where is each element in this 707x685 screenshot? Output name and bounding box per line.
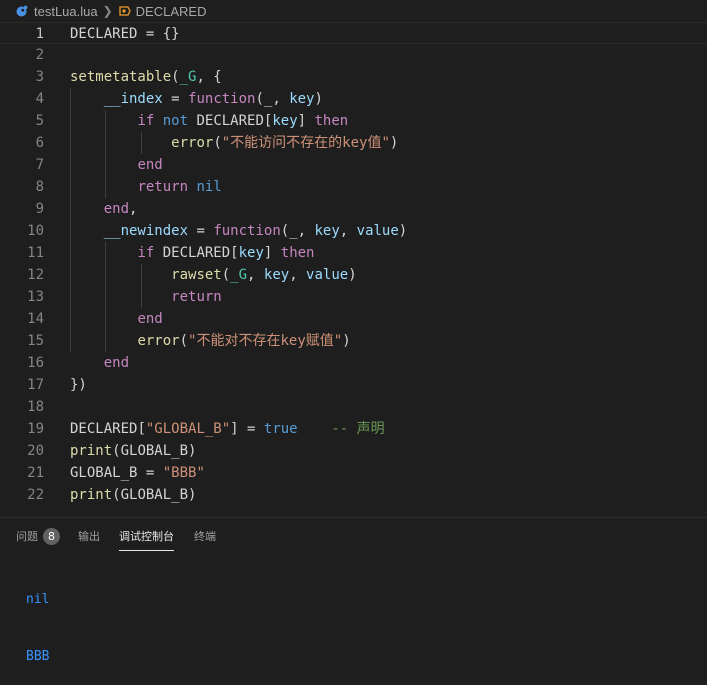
symbol-variable-icon bbox=[118, 5, 132, 17]
code-line[interactable]: 9 end, bbox=[0, 198, 707, 220]
code-text[interactable]: error("不能对不存在key赋值") bbox=[70, 330, 350, 352]
breadcrumb-symbol[interactable]: DECLARED bbox=[136, 4, 207, 19]
lua-file-icon bbox=[16, 5, 28, 17]
code-line[interactable]: 15 error("不能对不存在key赋值") bbox=[0, 330, 707, 352]
tab-label: 问题 bbox=[16, 530, 38, 543]
line-number: 21 bbox=[27, 465, 44, 481]
tab-label: 输出 bbox=[78, 530, 100, 543]
tab-output[interactable]: 输出 bbox=[78, 521, 100, 551]
code-line[interactable]: 12 rawset(_G, key, value) bbox=[0, 264, 707, 286]
code-line[interactable]: 1 DECLARED = {} bbox=[0, 22, 707, 44]
code-line[interactable]: 19 DECLARED["GLOBAL_B"] = true -- 声明 bbox=[0, 418, 707, 440]
code-line[interactable]: 18 bbox=[0, 396, 707, 418]
code-line[interactable]: 16 end bbox=[0, 352, 707, 374]
line-number: 11 bbox=[27, 245, 44, 261]
debug-console-output[interactable]: nil BBB bbox=[26, 552, 49, 685]
code-text[interactable]: return bbox=[70, 286, 222, 308]
line-number: 4 bbox=[35, 91, 44, 107]
code-line[interactable]: 22 print(GLOBAL_B) bbox=[0, 484, 707, 506]
code-text[interactable]: end bbox=[70, 352, 129, 374]
tab-debug-console[interactable]: 调试控制台 bbox=[119, 521, 174, 551]
line-number: 3 bbox=[35, 69, 44, 85]
console-line: BBB bbox=[26, 649, 50, 664]
breadcrumb: testLua.lua ❯ DECLARED bbox=[0, 0, 707, 22]
breadcrumb-file[interactable]: testLua.lua bbox=[34, 4, 98, 19]
code-line[interactable]: 21 GLOBAL_B = "BBB" bbox=[0, 462, 707, 484]
panel-divider bbox=[0, 517, 707, 518]
line-number: 5 bbox=[35, 113, 44, 129]
line-number: 18 bbox=[27, 399, 44, 415]
code-text[interactable]: if not DECLARED[key] then bbox=[70, 110, 348, 132]
code-line[interactable]: 7 end bbox=[0, 154, 707, 176]
code-line[interactable]: 14 end bbox=[0, 308, 707, 330]
code-line[interactable]: 11 if DECLARED[key] then bbox=[0, 242, 707, 264]
line-number: 17 bbox=[27, 377, 44, 393]
code-text[interactable]: end, bbox=[70, 198, 138, 220]
line-number: 14 bbox=[27, 311, 44, 327]
code-line[interactable]: 5 if not DECLARED[key] then bbox=[0, 110, 707, 132]
tab-label: 终端 bbox=[194, 530, 216, 543]
line-number: 1 bbox=[35, 26, 44, 42]
line-number: 22 bbox=[27, 487, 44, 503]
code-line[interactable]: 17}) bbox=[0, 374, 707, 396]
line-number: 9 bbox=[35, 201, 44, 217]
code-text[interactable]: end bbox=[70, 308, 162, 330]
tab-terminal[interactable]: 终端 bbox=[194, 521, 216, 551]
code-text[interactable]: end bbox=[70, 154, 162, 176]
code-line[interactable]: 3 setmetatable(_G, { bbox=[0, 66, 707, 88]
code-text[interactable]: print(GLOBAL_B) bbox=[70, 440, 196, 462]
code-text[interactable]: if DECLARED[key] then bbox=[70, 242, 314, 264]
line-number: 13 bbox=[27, 289, 44, 305]
code-text[interactable]: print(GLOBAL_B) bbox=[70, 484, 196, 506]
code-text[interactable]: DECLARED = {} bbox=[70, 23, 180, 45]
line-number: 15 bbox=[27, 333, 44, 349]
line-number: 2 bbox=[35, 47, 44, 63]
code-text[interactable]: return nil bbox=[70, 176, 221, 198]
code-editor[interactable]: 1 DECLARED = {} 2 3 setmetatable(_G, {4 __in… bbox=[0, 22, 707, 517]
line-number: 10 bbox=[27, 223, 44, 239]
problems-count-badge: 8 bbox=[43, 527, 60, 545]
code-text[interactable]: rawset(_G, key, value) bbox=[70, 264, 356, 286]
line-number: 6 bbox=[35, 135, 44, 151]
console-line: nil bbox=[26, 592, 50, 607]
code-line[interactable]: 8 return nil bbox=[0, 176, 707, 198]
code-line[interactable]: 10 __newindex = function(_, key, value) bbox=[0, 220, 707, 242]
code-line[interactable]: 6 error("不能访问不存在的key值") bbox=[0, 132, 707, 154]
code-line[interactable]: 2 bbox=[0, 44, 707, 66]
line-number: 8 bbox=[35, 179, 44, 195]
code-text[interactable]: GLOBAL_B = "BBB" bbox=[70, 462, 205, 484]
code-text[interactable]: DECLARED["GLOBAL_B"] = true -- 声明 bbox=[70, 418, 385, 440]
code-line[interactable]: 20 print(GLOBAL_B) bbox=[0, 440, 707, 462]
code-text[interactable]: setmetatable(_G, { bbox=[70, 66, 222, 88]
code-text[interactable]: }) bbox=[70, 374, 87, 396]
line-number: 12 bbox=[27, 267, 44, 283]
panel-tabs: 问题 8 输出 调试控制台 终端 bbox=[0, 520, 216, 552]
code-text[interactable]: __index = function(_, key) bbox=[70, 88, 323, 110]
line-number: 20 bbox=[27, 443, 44, 459]
chevron-right-icon: ❯ bbox=[102, 4, 113, 18]
tab-problems[interactable]: 问题 8 bbox=[16, 521, 60, 551]
code-text[interactable]: error("不能访问不存在的key值") bbox=[70, 132, 398, 154]
line-number: 7 bbox=[35, 157, 44, 173]
line-number: 16 bbox=[27, 355, 44, 371]
tab-label: 调试控制台 bbox=[119, 530, 174, 543]
code-line[interactable]: 4 __index = function(_, key) bbox=[0, 88, 707, 110]
line-number: 19 bbox=[27, 421, 44, 437]
code-text[interactable]: __newindex = function(_, key, value) bbox=[70, 220, 408, 242]
code-line[interactable]: 13 return bbox=[0, 286, 707, 308]
